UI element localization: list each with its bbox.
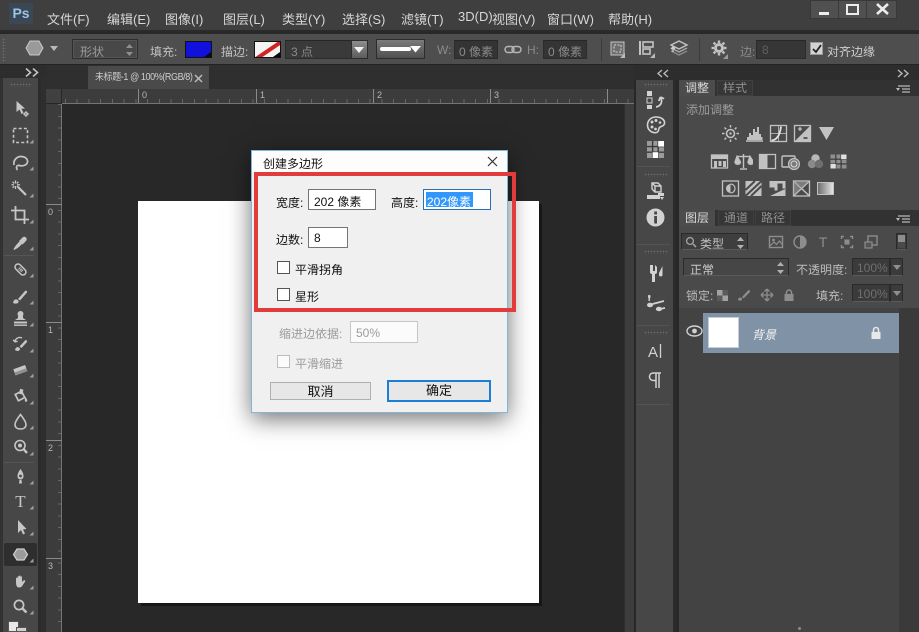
svg-text:A: A [648, 344, 658, 361]
svg-text:T: T [819, 234, 828, 250]
svg-text:T: T [15, 492, 26, 511]
